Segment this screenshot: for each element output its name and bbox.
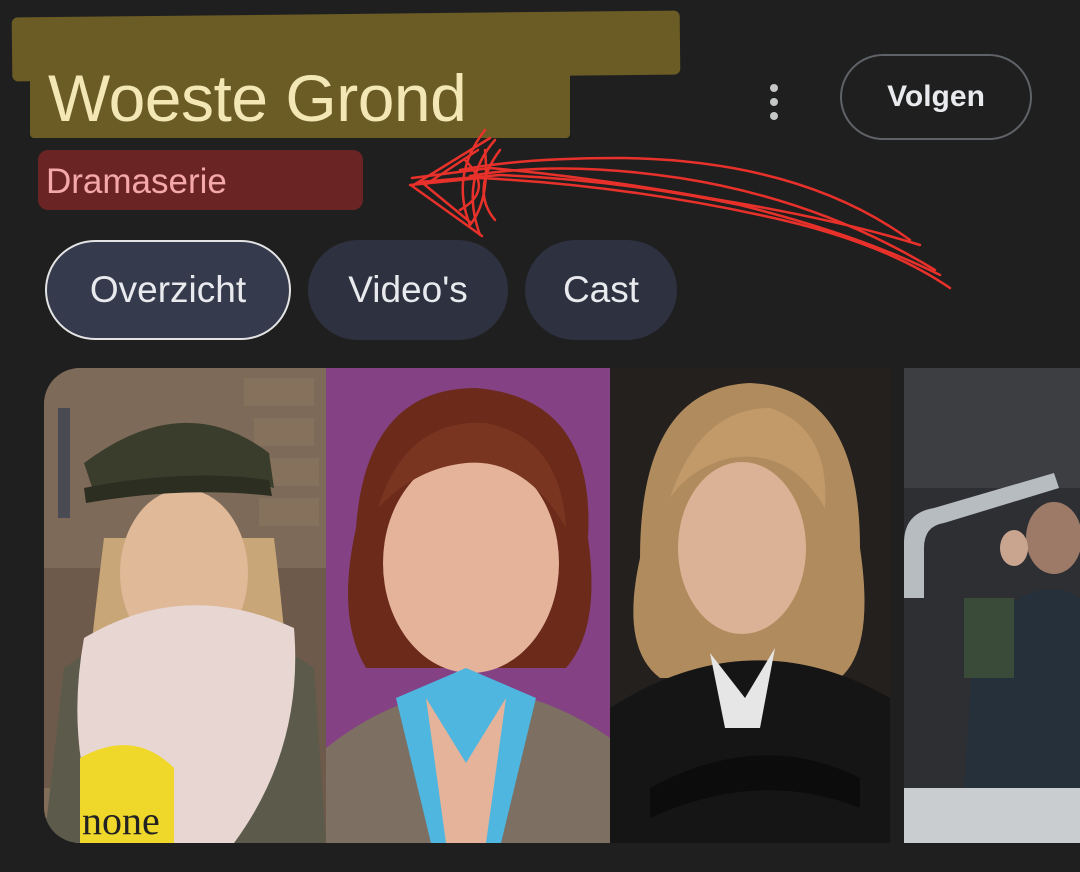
cast-photo-4[interactable]	[904, 368, 1080, 843]
follow-button[interactable]: Volgen	[840, 54, 1032, 140]
cast-photo-3[interactable]	[610, 368, 890, 843]
svg-text:none: none	[82, 798, 160, 843]
tab-cast[interactable]: Cast	[525, 240, 677, 340]
more-vert-icon	[770, 84, 778, 120]
page-subtitle: Dramaserie	[46, 162, 227, 201]
cast-photo-2[interactable]	[326, 368, 610, 843]
tab-videos[interactable]: Video's	[308, 240, 508, 340]
image-carousel[interactable]: none	[44, 368, 1080, 843]
more-options-button[interactable]	[752, 80, 796, 124]
page-title: Woeste Grond	[48, 61, 467, 135]
cast-photo-1[interactable]: none	[44, 368, 326, 843]
tab-overview[interactable]: Overzicht	[45, 240, 291, 340]
